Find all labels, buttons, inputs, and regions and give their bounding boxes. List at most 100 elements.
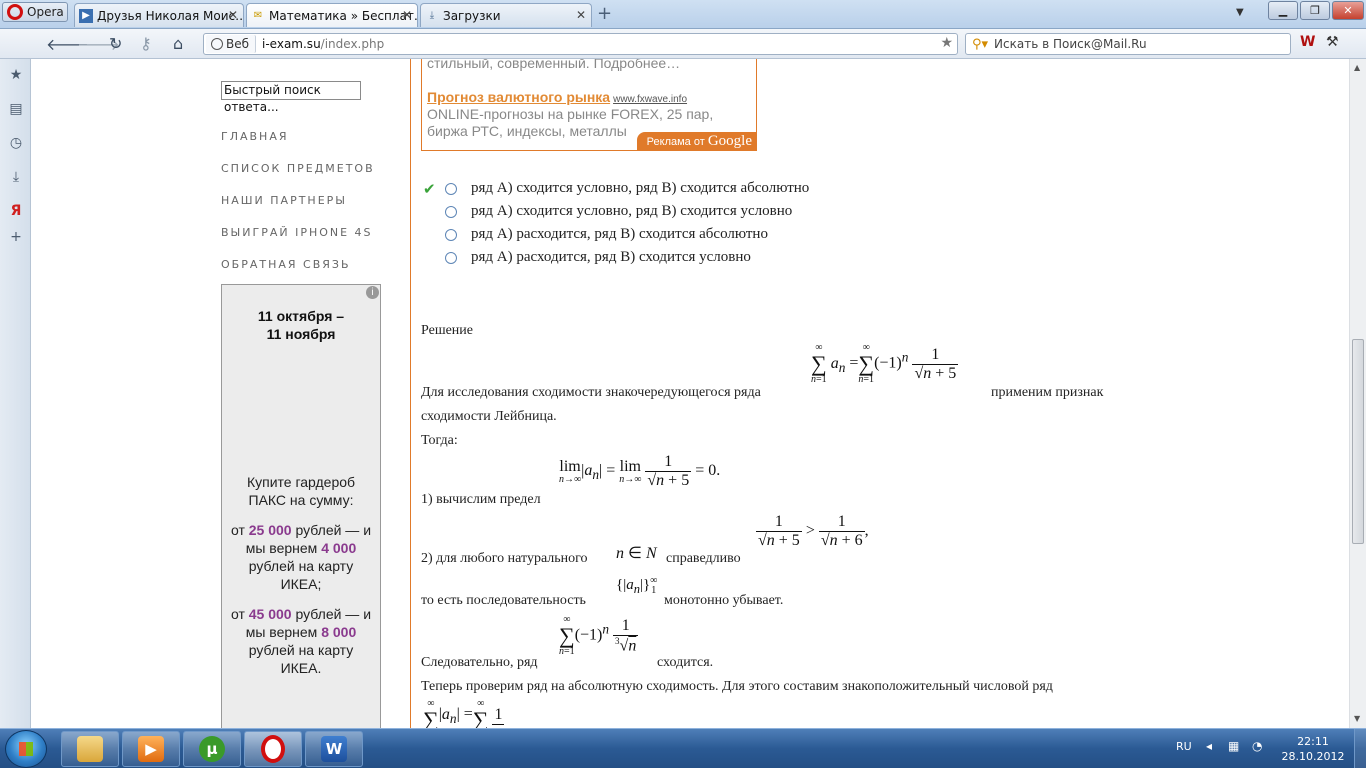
ad-previous-text: стильный, современный. Подробнее… [427,59,681,71]
mail-icon: ✉ [253,10,263,21]
language-indicator[interactable]: RU [1176,740,1192,768]
clock-date: 28.10.2012 [1281,750,1345,763]
key-icon[interactable]: ⚷ [140,34,152,53]
downloads-panel-icon[interactable]: ⤓ [8,169,24,185]
tab-label: Друзья Николая Моис… [97,8,244,23]
web-badge[interactable]: Веб [206,35,257,53]
formula-n-in-N: n ∈ N [616,545,657,562]
word-icon: W [321,736,347,762]
answer-option-4[interactable]: ряд А) расходится, ряд В) сходится услов… [445,249,751,266]
close-icon[interactable]: ✕ [228,8,238,22]
reload-icon[interactable]: ↻ [109,34,122,53]
opera-menu-label: Opera [27,5,64,19]
tab-label: Математика » Бесплат… [269,8,418,23]
solution-p1-line2: сходимости Лейбница. [421,409,557,424]
restore-button[interactable]: ❐ [1300,1,1330,20]
solution-p1-pre: Для исследования сходимости знакочередую… [421,385,761,400]
promo-offer-2: от 45 000 рублей — и мы вернем 8 000 руб… [230,606,372,676]
solution-abs-check: Теперь проверим ряд на абсолютную сходим… [421,679,1053,694]
formula-abs-series: ∞ ∑ |an| = ∞ ∑ 1 [423,698,505,728]
solution-step2-mid: справедливо [666,551,741,566]
menu-item-iphone[interactable]: ВЫИГРАЙ IPHONE 4S [221,226,373,239]
navigation-bar: 🡐 🡒 ↻ ⚷ ⌂ Веб i-exam.su/index.php ★ ⚲▾ И… [0,29,1366,59]
promo-dates-line1: 11 октября – [257,308,345,324]
close-window-button[interactable]: ✕ [1332,1,1364,20]
ads-by-google-label[interactable]: Реклама от Google [636,132,756,150]
url-path: /index.php [320,37,385,51]
search-engine-icon[interactable]: ⚲▾ [972,37,988,52]
column-divider [410,59,411,728]
clock[interactable]: 22:11 28.10.2012 [1278,734,1348,764]
menu-item-partners[interactable]: НАШИ ПАРТНЕРЫ [221,194,347,207]
volume-icon[interactable]: ◔ [1252,739,1262,768]
notes-icon[interactable]: ▤ [8,101,24,117]
formula-cuberoot-series: ∞ ∑ n=1 (−1)n 1 3√n [559,614,639,657]
vertical-scrollbar[interactable]: ▲ ▼ [1349,59,1366,728]
answer-option-1[interactable]: ряд А) сходится условно, ряд В) сходится… [445,180,809,197]
webmoney-icon[interactable]: W [1300,34,1315,50]
tray-arrow-icon[interactable]: ◂ [1206,739,1212,768]
info-icon[interactable]: i [366,286,379,299]
promo-buy-text: Купите гардероб ПАКС на сумму: [246,474,356,508]
scroll-thumb[interactable] [1352,339,1364,544]
close-icon[interactable]: ✕ [576,8,586,22]
radio-button[interactable] [445,228,457,241]
radio-button[interactable] [445,182,457,195]
tab-downloads[interactable]: ⤓ Загрузки ✕ [420,3,592,27]
tab-friends[interactable]: ▶ Друзья Николая Моис… ✕ [74,3,244,27]
home-icon[interactable]: ⌂ [173,34,183,53]
menu-item-feedback[interactable]: ОБРАТНАЯ СВЯЗЬ [221,258,351,271]
quick-search-input[interactable]: Быстрый поиск ответа... [221,81,361,114]
ad-title-link[interactable]: Прогноз валютного рынка www.fxwave.info [427,89,687,105]
utorrent-taskbar-button[interactable]: µ [183,731,241,767]
tools-icon[interactable]: ⚒ [1326,34,1339,50]
url-text[interactable]: i-exam.su/index.php [262,37,384,51]
new-tab-button[interactable]: + [597,5,612,23]
radio-button[interactable] [445,205,457,218]
solution-step3-post: монотонно убывает. [664,593,784,608]
media-player-icon: ▶ [138,736,164,762]
explorer-taskbar-button[interactable] [61,731,119,767]
search-field[interactable]: ⚲▾ Искать в Поиск@Mail.Ru [965,33,1291,55]
tab-math[interactable]: ✉ Математика » Бесплат… ✕ [246,3,418,27]
scroll-up-icon[interactable]: ▲ [1354,63,1360,72]
solution-then: Тогда: [421,433,458,448]
network-icon[interactable]: ▦ [1228,739,1239,768]
solution-step3-pre: то есть последовательность [421,593,586,608]
media-player-taskbar-button[interactable]: ▶ [122,731,180,767]
tab-list-dropdown-icon[interactable]: ▼ [1236,7,1244,18]
url-host: i-exam.su [262,37,321,51]
history-icon[interactable]: ◷ [8,135,24,151]
promo-dates: 11 октября – 11 ноября [222,307,380,343]
solution-p1-post: применим признак [991,385,1104,400]
menu-item-subjects[interactable]: СПИСОК ПРЕДМЕТОВ [221,162,375,175]
bookmarks-star-icon[interactable]: ★ [8,67,24,83]
scroll-down-icon[interactable]: ▼ [1354,714,1360,723]
formula-series: ∞ ∑ n=1 an = ∞ ∑ n=1 (−1)n 1 √n + 5 [811,342,959,385]
ikea-promo-banner[interactable]: i 11 октября – 11 ноября Купите гардероб… [221,284,381,728]
menu-item-home[interactable]: ГЛАВНАЯ [221,130,289,143]
ad-domain: www.fxwave.info [613,94,688,105]
minimize-button[interactable]: ▁ [1268,1,1298,20]
word-taskbar-button[interactable]: W [305,731,363,767]
opera-menu-button[interactable]: Opera [2,2,68,22]
solution-heading: Решение [421,323,474,338]
answer-option-3[interactable]: ряд А) расходится, ряд В) сходится абсол… [445,226,768,243]
start-button[interactable] [5,730,47,768]
close-icon[interactable]: ✕ [402,8,412,22]
page-content: Быстрый поиск ответа... ГЛАВНАЯ СПИСОК П… [31,59,1349,728]
bookmark-star-icon[interactable]: ★ [940,35,953,51]
radio-button[interactable] [445,251,457,264]
solution-conc-pre: Следовательно, ряд [421,655,538,670]
google-ad-block: стильный, современный. Подробнее… Прогно… [421,59,757,151]
formula-sequence: {|an|}∞1 [616,575,658,596]
tab-label: Загрузки [443,8,501,23]
solution-step1: 1) вычислим предел [421,492,541,507]
opera-taskbar-button[interactable] [244,731,302,767]
side-panel: ★ ▤ ◷ ⤓ Я + [0,59,31,728]
add-panel-icon[interactable]: + [8,229,24,245]
address-bar[interactable]: Веб i-exam.su/index.php ★ [203,33,958,55]
show-desktop-button[interactable] [1354,729,1366,768]
yandex-icon[interactable]: Я [8,203,24,219]
answer-option-2[interactable]: ряд А) сходится условно, ряд В) сходится… [445,203,792,220]
